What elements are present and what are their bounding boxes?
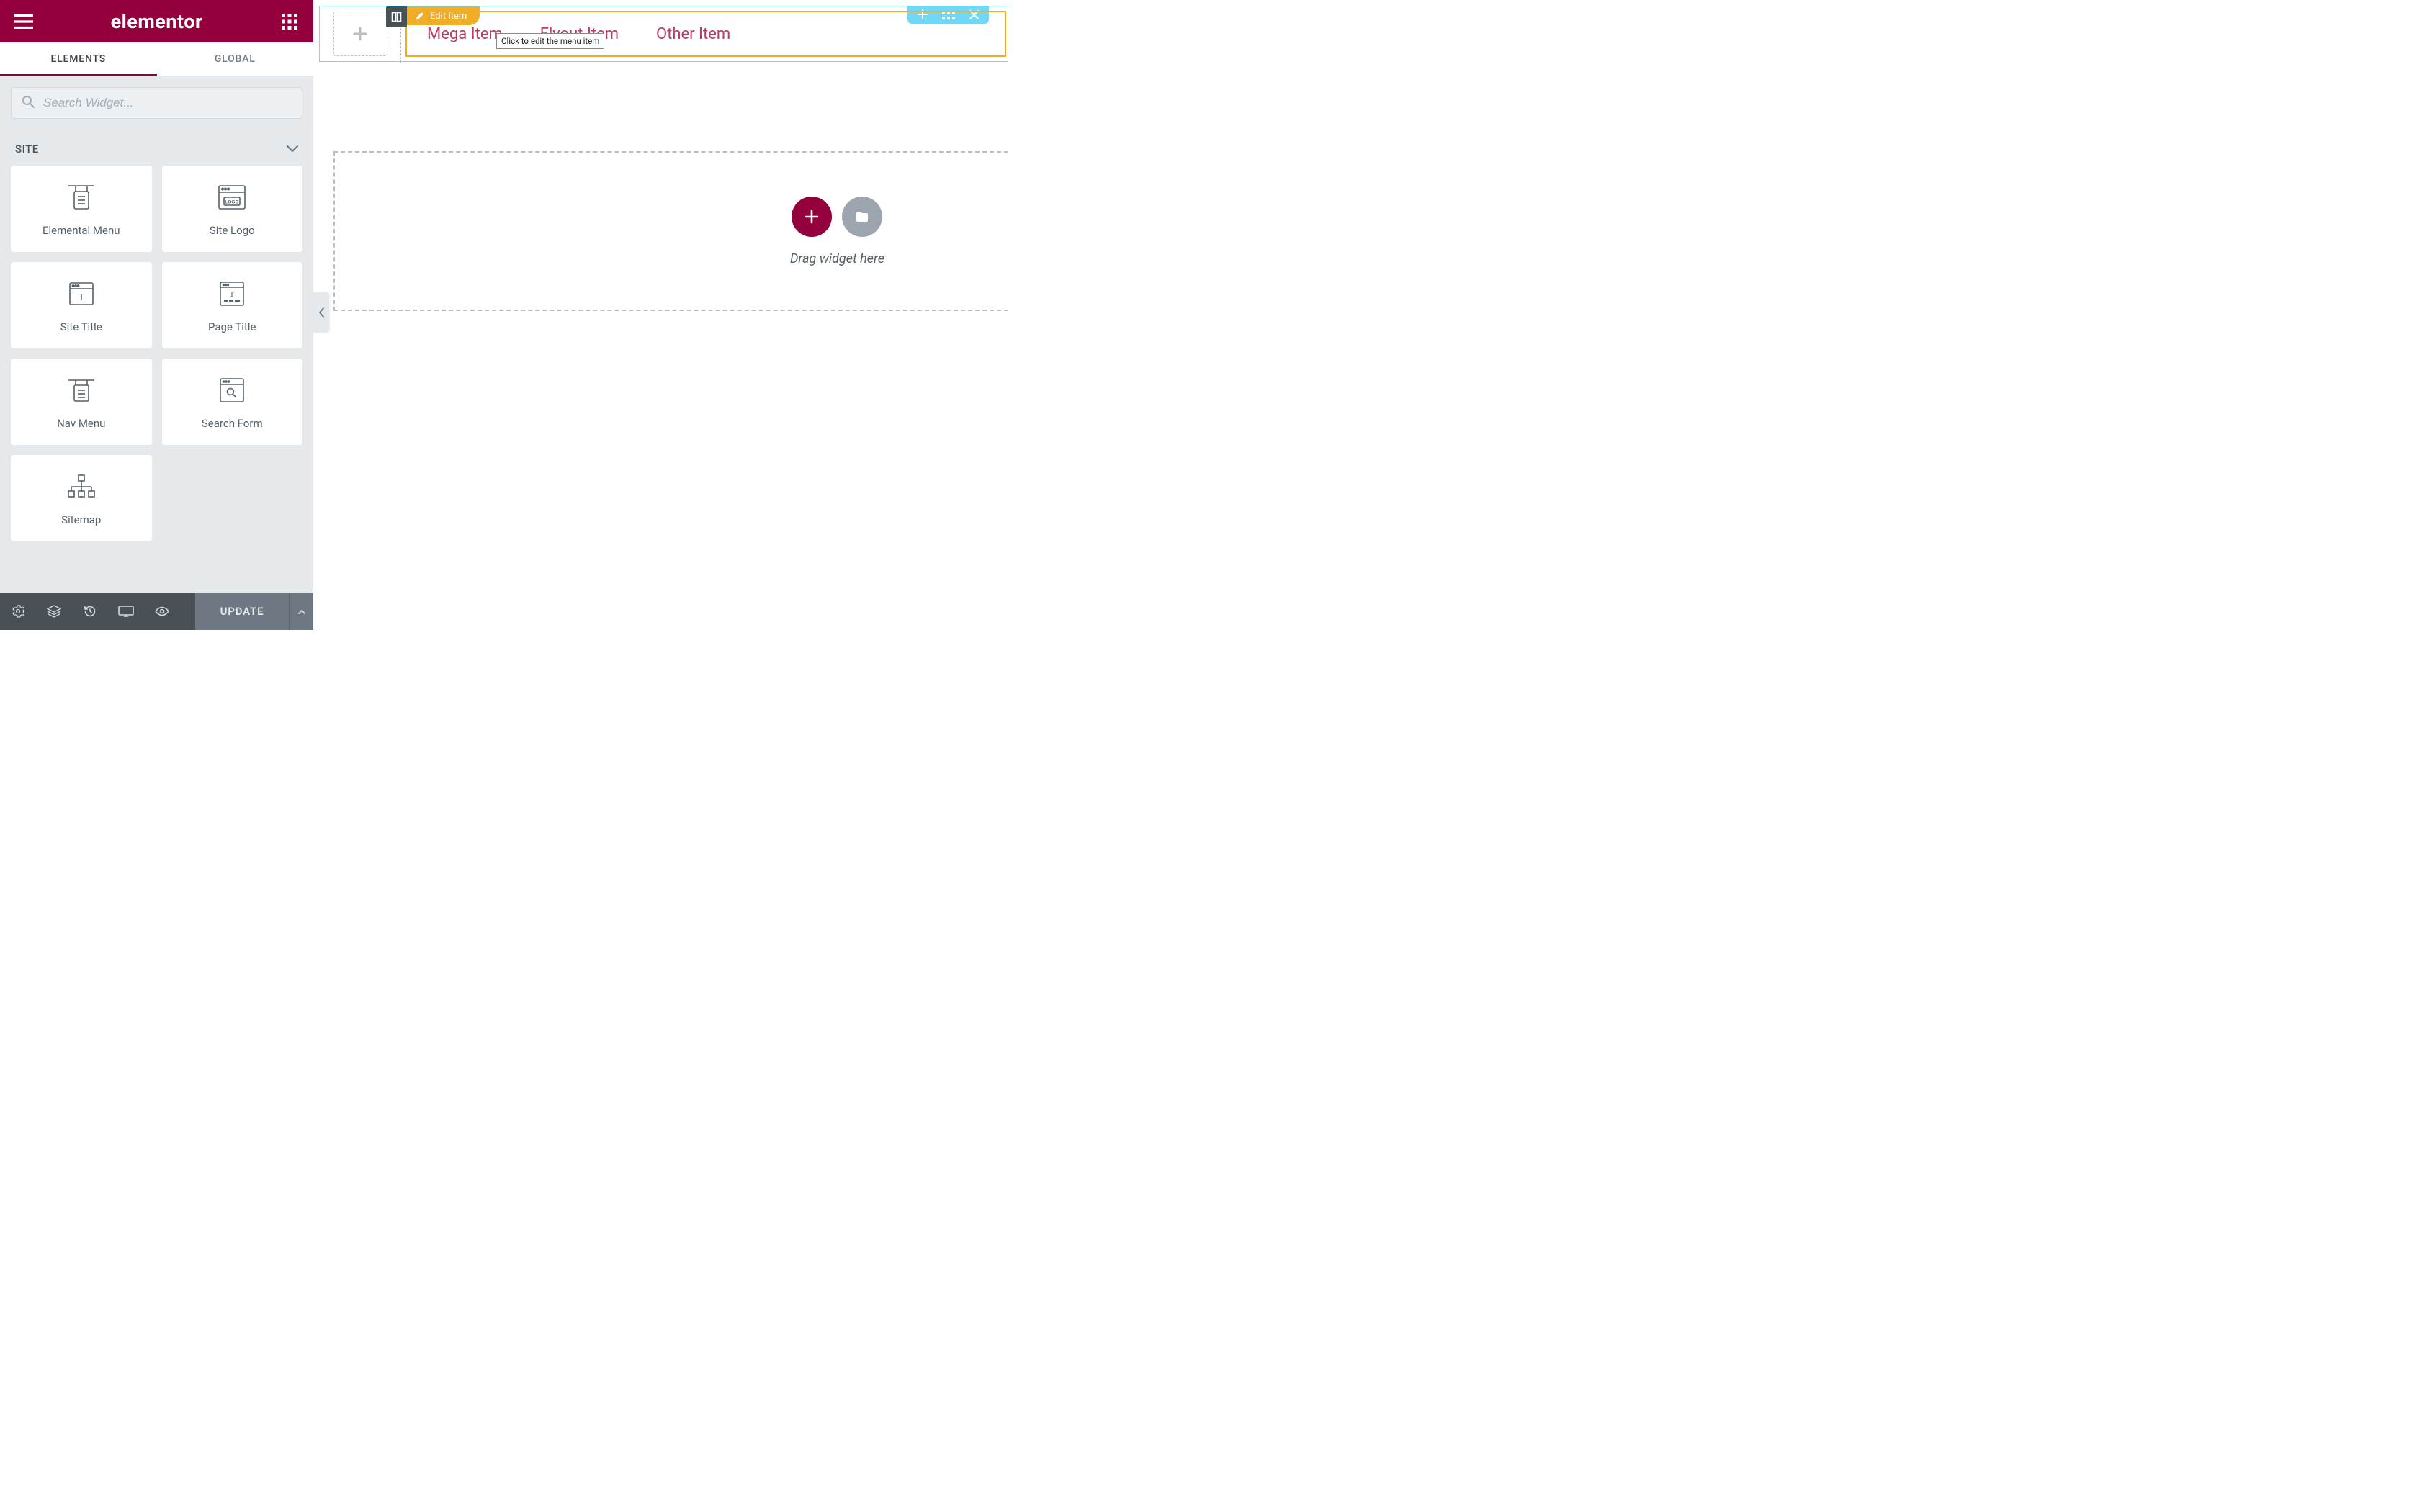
nav-widget[interactable]: Edit Item Click to edit the menu item Me… (405, 11, 1006, 57)
chevron-down-icon (287, 142, 298, 156)
edit-item-tag[interactable]: Edit Item (407, 6, 480, 25)
update-caret[interactable] (289, 593, 313, 630)
widget-site-logo[interactable]: LOGO Site Logo (162, 166, 303, 252)
drop-zone[interactable]: Drag widget here (333, 151, 1008, 311)
elemental-menu-icon (66, 181, 97, 214)
hamburger-icon[interactable] (13, 11, 35, 32)
widget-label: Elemental Menu (42, 224, 120, 237)
tab-elements[interactable]: ELEMENTS (0, 42, 157, 76)
search-box[interactable] (11, 87, 302, 119)
svg-text:LOGO: LOGO (225, 200, 239, 205)
widget-label: Nav Menu (57, 417, 105, 430)
widget-label: Site Logo (210, 224, 255, 237)
history-icon[interactable] (82, 603, 98, 619)
preview-icon[interactable] (154, 603, 170, 619)
search-input[interactable] (43, 96, 292, 110)
add-section-button[interactable] (792, 197, 832, 237)
template-library-button[interactable] (842, 197, 882, 237)
tooltip: Click to edit the menu item (496, 33, 604, 49)
site-title-icon: T (66, 277, 97, 310)
widget-label: Page Title (208, 320, 256, 333)
settings-icon[interactable] (10, 603, 26, 619)
widget-label: Sitemap (61, 513, 101, 526)
nav-menu-icon (66, 374, 97, 407)
section[interactable]: Edit Item Click to edit the menu item Me… (319, 6, 1008, 62)
nav-item-mega[interactable]: Mega Item (427, 25, 503, 43)
widget-sitemap[interactable]: Sitemap (11, 455, 152, 541)
add-column-button[interactable] (333, 12, 387, 56)
site-logo-icon: LOGO (216, 181, 248, 214)
tab-global[interactable]: GLOBAL (157, 42, 314, 76)
edit-item-label: Edit Item (430, 11, 467, 22)
widget-site-title[interactable]: T Site Title (11, 262, 152, 348)
page-title-icon: T (216, 277, 248, 310)
category-title: SITE (15, 143, 39, 156)
drop-text: Drag widget here (790, 251, 884, 266)
widget-label: Site Title (60, 320, 102, 333)
search-form-icon (216, 374, 248, 407)
search-icon (22, 95, 35, 111)
update-button[interactable]: UPDATE (195, 593, 289, 630)
widget-nav-menu[interactable]: Nav Menu (11, 359, 152, 445)
widget-label: Search Form (202, 417, 263, 430)
svg-text:T: T (230, 290, 235, 299)
responsive-icon[interactable] (118, 603, 134, 619)
nav-item-other[interactable]: Other Item (656, 25, 730, 43)
widget-search-form[interactable]: Search Form (162, 359, 303, 445)
apps-icon[interactable] (279, 11, 300, 32)
widget-elemental-menu[interactable]: Elemental Menu (11, 166, 152, 252)
category-header[interactable]: SITE (11, 142, 302, 156)
sitemap-icon (66, 470, 97, 503)
brand-logo: elementor (111, 10, 203, 33)
svg-text:T: T (78, 292, 84, 303)
widget-page-title[interactable]: T Page Title (162, 262, 303, 348)
navigator-icon[interactable] (46, 603, 62, 619)
edit-widget-handle[interactable] (386, 6, 407, 27)
